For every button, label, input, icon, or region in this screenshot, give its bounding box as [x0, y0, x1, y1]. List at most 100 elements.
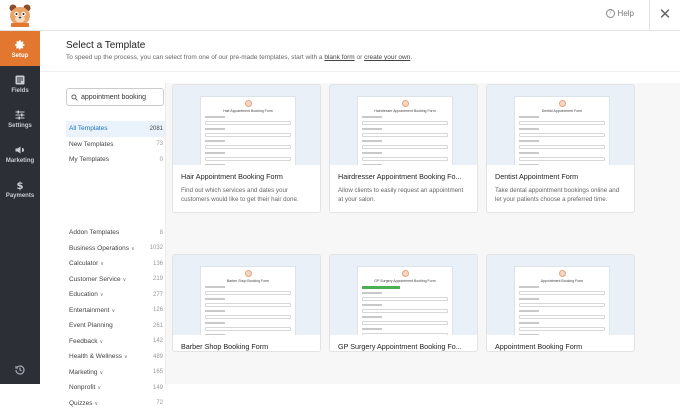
- form-preview: Hair Appointment Booking Form: [200, 96, 296, 165]
- sidebar-item-payments[interactable]: $ Payments: [0, 171, 40, 206]
- sidebar-item-fields[interactable]: Fields: [0, 66, 40, 101]
- field-label-placeholder: [362, 128, 382, 130]
- category-label: Customer Service∨: [69, 276, 126, 283]
- field-input-placeholder: [205, 133, 291, 137]
- search-icon: [71, 94, 78, 101]
- category-item[interactable]: Health & Wellness∨ 489: [66, 349, 166, 365]
- category-label-text: Addon Templates: [69, 229, 119, 236]
- field-label-placeholder: [362, 304, 382, 306]
- field-label-placeholder: [362, 116, 382, 118]
- category-all-templates[interactable]: All Templates2081: [66, 121, 166, 137]
- category-label-text: Quizzes: [69, 400, 92, 407]
- close-button[interactable]: ✕: [649, 0, 680, 31]
- chevron-down-icon[interactable]: ∨: [94, 401, 98, 407]
- form-preview-title: GP Surgery Appointment Booking Form: [358, 279, 452, 283]
- category-item[interactable]: Quizzes∨72: [66, 396, 166, 411]
- template-card[interactable]: Hairdresser Appointment Booking FormHair…: [329, 84, 478, 213]
- category-count: 165: [153, 369, 163, 375]
- form-preview: Barber Shop Booking Form: [200, 266, 296, 335]
- field-input-placeholder: [362, 297, 448, 301]
- field-label-placeholder: [205, 298, 225, 300]
- field-input-placeholder: [362, 121, 448, 125]
- chevron-down-icon[interactable]: ∨: [100, 339, 104, 345]
- category-item[interactable]: Addon Templates8: [66, 225, 166, 241]
- template-card[interactable]: Appointment Booking Form Appointment Book…: [486, 254, 635, 352]
- field-input-placeholder: [519, 315, 605, 319]
- divider: [40, 71, 680, 72]
- chevron-down-icon[interactable]: ∨: [124, 354, 128, 360]
- category-count: 261: [153, 323, 163, 329]
- category-item[interactable]: Nonprofit∨149: [66, 380, 166, 396]
- category-count: 219: [153, 276, 163, 282]
- category-count: 126: [153, 307, 163, 313]
- chevron-down-icon[interactable]: ∨: [100, 261, 104, 267]
- template-card[interactable]: Hair Appointment Booking FormHair Appoin…: [172, 84, 321, 213]
- sidebar-item-label: Payments: [6, 193, 34, 199]
- form-icon: [402, 100, 409, 107]
- field-label-placeholder: [519, 152, 539, 154]
- template-thumbnail: Barber Shop Booking Form: [173, 255, 320, 335]
- chevron-down-icon[interactable]: ∨: [111, 308, 115, 314]
- category-item[interactable]: Customer Service∨ 219: [66, 272, 166, 288]
- form-icon: [402, 270, 409, 277]
- category-new-templates[interactable]: New Templates73: [66, 137, 166, 153]
- blank-form-link[interactable]: blank form: [324, 54, 354, 61]
- revisions-button[interactable]: [0, 364, 40, 376]
- chevron-down-icon[interactable]: ∨: [123, 277, 127, 283]
- field-label-placeholder: [205, 116, 225, 118]
- form-icon: [245, 100, 252, 107]
- template-title: GP Surgery Appointment Booking Fo...: [330, 335, 477, 351]
- search-value: appointment booking: [81, 94, 146, 101]
- category-label: Health & Wellness∨: [69, 353, 128, 360]
- form-preview-title: Appointment Booking Form: [515, 279, 609, 283]
- category-item[interactable]: Entertainment∨ 126: [66, 303, 166, 319]
- create-your-own-link[interactable]: create your own: [364, 54, 410, 61]
- template-card[interactable]: GP Surgery Appointment Booking Form GP Su…: [329, 254, 478, 352]
- category-my-templates[interactable]: My Templates0: [66, 152, 166, 168]
- category-label: Entertainment∨: [69, 307, 115, 314]
- category-count: 489: [153, 354, 163, 360]
- subtitle-text: or: [355, 54, 364, 61]
- fields-icon: [14, 74, 26, 86]
- category-item[interactable]: Marketing∨165: [66, 365, 166, 381]
- form-preview: Appointment Booking Form: [514, 266, 610, 335]
- template-search-input[interactable]: appointment booking: [66, 88, 164, 106]
- chevron-down-icon[interactable]: ∨: [131, 246, 135, 252]
- top-bar: ? Help ✕: [0, 0, 680, 31]
- category-list: Addon Templates8Business Operations∨1032…: [66, 225, 166, 411]
- main-panel: Select a Template To speed up the proces…: [40, 31, 680, 384]
- template-thumbnail: Hair Appointment Booking Form: [173, 85, 320, 165]
- category-count: 2081: [150, 126, 163, 132]
- field-input-placeholder: [362, 309, 448, 313]
- template-grid: Hair Appointment Booking FormHair Appoin…: [165, 83, 680, 384]
- sidebar-item-settings[interactable]: Settings: [0, 101, 40, 136]
- category-item[interactable]: Calculator∨136: [66, 256, 166, 272]
- template-thumbnail: Dentist Appointment Form: [487, 85, 634, 165]
- chevron-down-icon[interactable]: ∨: [100, 370, 104, 376]
- field-input-placeholder: [519, 157, 605, 161]
- template-card[interactable]: Barber Shop Booking FormBarber Shop Book…: [172, 254, 321, 352]
- sidebar-item-setup[interactable]: Setup: [0, 31, 40, 66]
- sidebar-item-marketing[interactable]: Marketing: [0, 136, 40, 171]
- category-label: Event Planning: [69, 322, 113, 329]
- megaphone-icon: [14, 144, 26, 156]
- category-item[interactable]: Event Planning 261: [66, 318, 166, 334]
- field-label-placeholder: [362, 140, 382, 142]
- category-item[interactable]: Feedback∨142: [66, 334, 166, 350]
- field-input-placeholder: [362, 157, 448, 161]
- category-label-text: Event Planning: [69, 322, 113, 329]
- category-count: 0: [160, 157, 163, 163]
- category-item[interactable]: Education∨277: [66, 287, 166, 303]
- template-title: Appointment Booking Form: [487, 335, 634, 351]
- template-card[interactable]: Dentist Appointment FormDentist Appointm…: [486, 84, 635, 213]
- field-label-placeholder: [362, 316, 382, 318]
- chevron-down-icon[interactable]: ∨: [97, 385, 101, 391]
- category-item[interactable]: Business Operations∨1032: [66, 241, 166, 257]
- chevron-down-icon[interactable]: ∨: [100, 292, 104, 298]
- help-button[interactable]: ? Help: [606, 9, 634, 18]
- field-label-placeholder: [519, 298, 539, 300]
- category-label: Quizzes∨: [69, 400, 98, 407]
- svg-text:$: $: [17, 181, 24, 191]
- field-input-placeholder: [205, 291, 291, 295]
- field-input-placeholder: [519, 121, 605, 125]
